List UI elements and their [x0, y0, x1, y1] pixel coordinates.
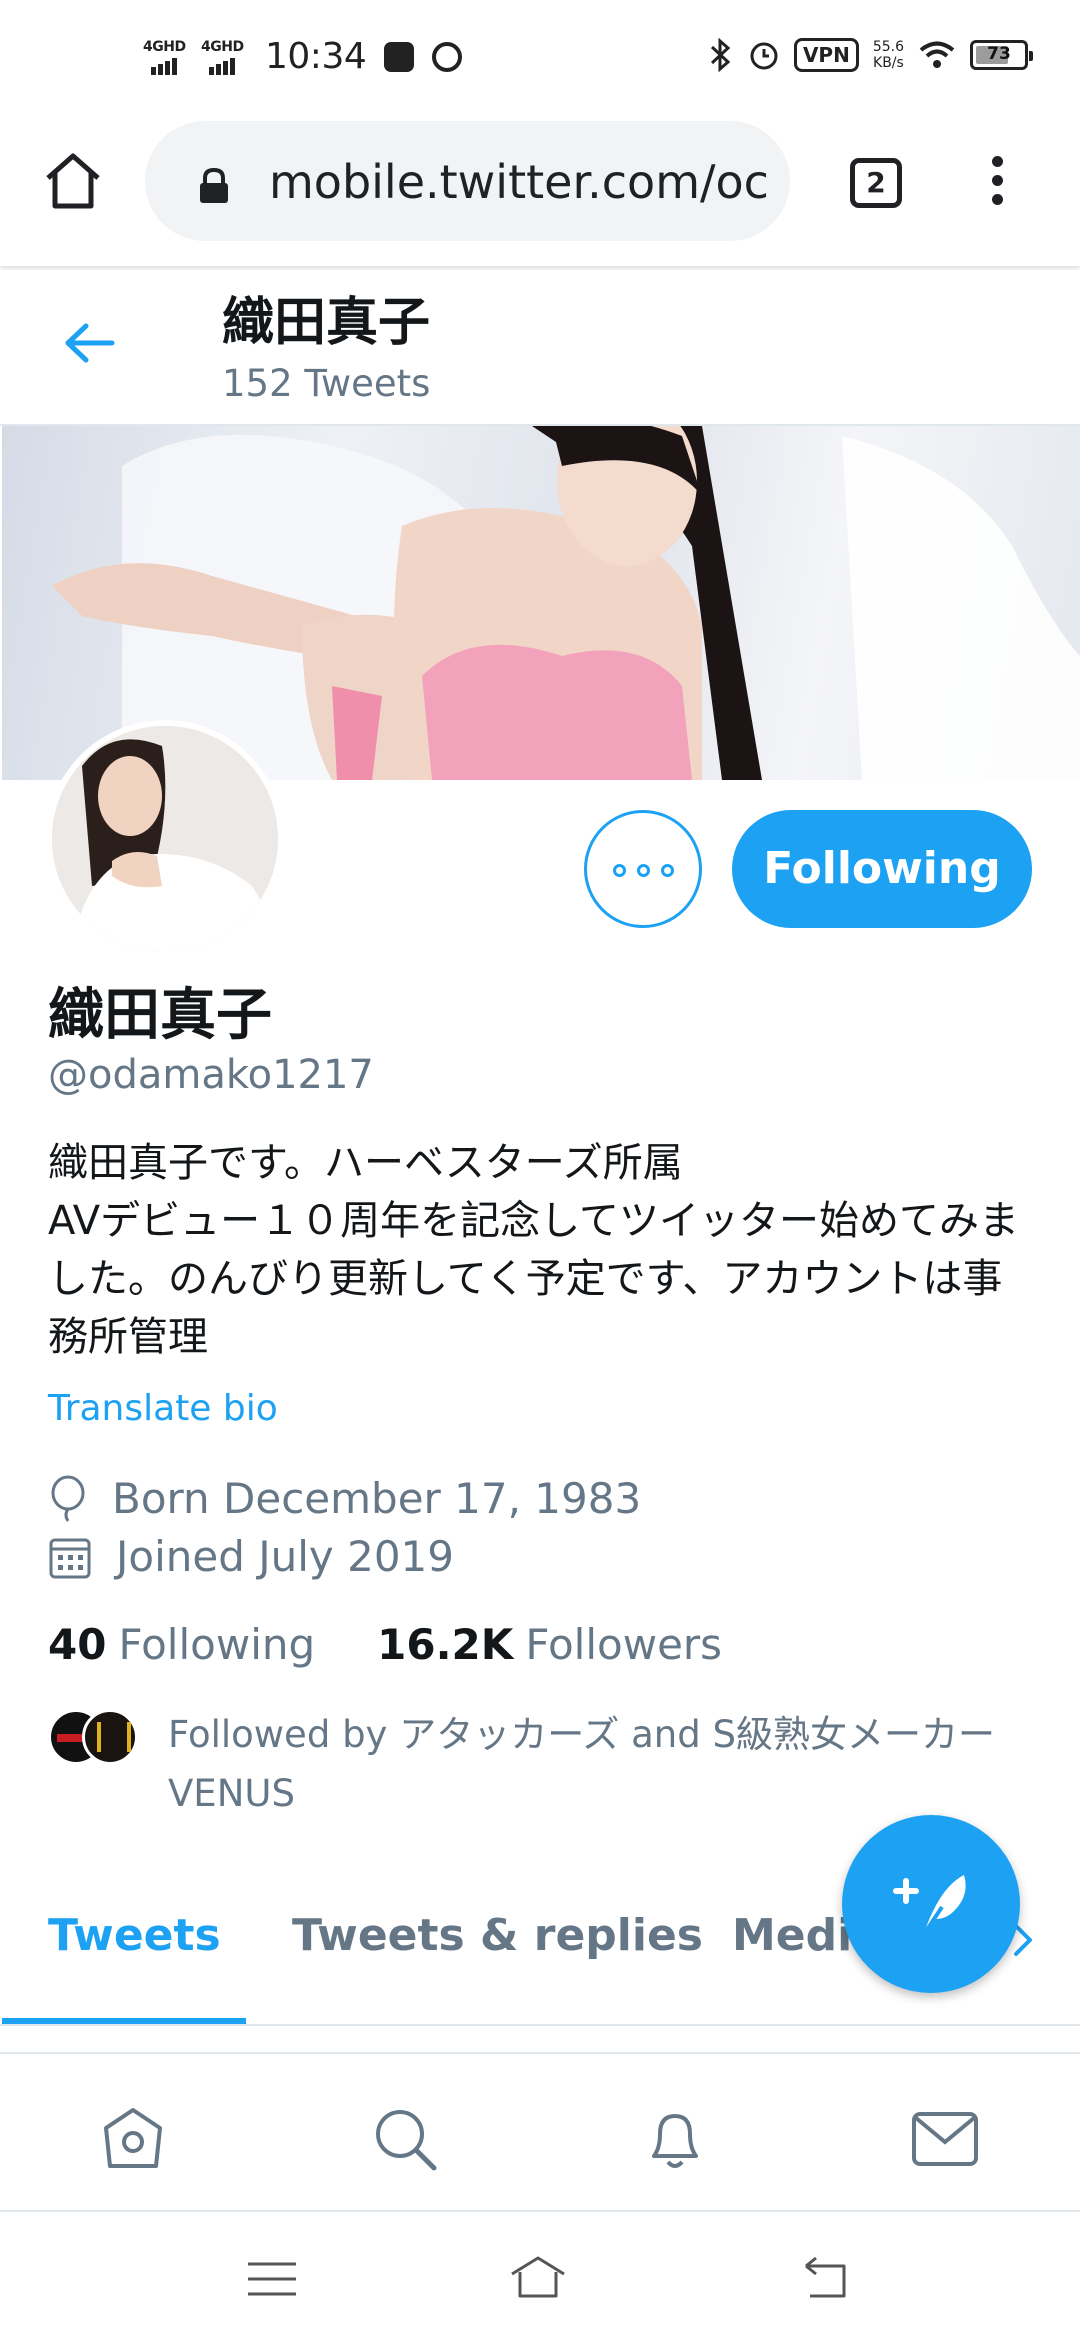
followed-by-text: Followed by アタッカーズ and S級熟女メーカーVENUS: [168, 1713, 995, 1815]
battery-icon: 73: [970, 40, 1033, 70]
network-type-2: 4GHD: [201, 38, 244, 55]
menu-lines-icon[interactable]: [242, 2252, 302, 2306]
follow-counts: 40 Following 16.2K Followers: [48, 1620, 784, 1669]
search-icon[interactable]: [370, 2104, 440, 2174]
followers-label: Followers: [525, 1620, 723, 1669]
birthday-row: Born December 17, 1983: [48, 1474, 641, 1523]
speed-unit: KB/s: [873, 55, 904, 71]
birthday-text: Born December 17, 1983: [112, 1474, 642, 1523]
battery-level: 73: [987, 44, 1011, 64]
network-type-1: 4GHD: [143, 38, 186, 55]
status-time: 10:34: [265, 36, 367, 77]
header-tweet-count: 152 Tweets: [222, 362, 431, 405]
back-arrow-icon[interactable]: [796, 2252, 856, 2306]
tab-switcher-button[interactable]: 2: [850, 158, 902, 208]
header-profile-name: 織田真子: [222, 293, 431, 353]
back-arrow-icon[interactable]: [60, 318, 120, 368]
mutual-avatar-2: [82, 1709, 138, 1765]
followed-by-row[interactable]: Followed by アタッカーズ and S級熟女メーカーVENUS: [48, 1705, 1048, 1825]
compose-tweet-button[interactable]: [842, 1815, 1020, 1993]
translate-bio-link[interactable]: Translate bio: [48, 1388, 278, 1429]
profile-bio: 織田真子です。ハーベスターズ所属 AVデビュー１０周年を記念してツイッター始めて…: [48, 1140, 1019, 1360]
bottom-navigation: [0, 2056, 1080, 2212]
profile-name: 織田真子: [48, 983, 272, 1048]
active-tab-indicator: [2, 2018, 246, 2024]
messages-envelope-icon[interactable]: [910, 2104, 980, 2174]
following-count: 40: [48, 1620, 107, 1669]
system-navigation-bar: [0, 2214, 1080, 2340]
following-count-link[interactable]: 40 Following: [48, 1620, 315, 1669]
notifications-bell-icon[interactable]: [640, 2104, 710, 2174]
speed-value: 55.6: [872, 39, 904, 55]
url-text[interactable]: mobile.twitter.com/oc: [269, 155, 769, 209]
followers-count-link[interactable]: 16.2K Followers: [377, 1620, 722, 1669]
app-notification-icon: [432, 41, 463, 72]
alarm-icon: [750, 42, 778, 70]
network-speed: 55.6 KB/s: [873, 39, 904, 71]
following-label: Following: [118, 1620, 316, 1669]
bluetooth-icon: [710, 38, 731, 72]
following-button[interactable]: Following: [732, 810, 1032, 928]
followers-count: 16.2K: [377, 1620, 514, 1669]
profile-handle: @odamako1217: [48, 1052, 374, 1098]
more-dot-icon: [613, 864, 626, 877]
joined-row: Joined July 2019: [48, 1532, 454, 1581]
home-outline-icon[interactable]: [508, 2252, 568, 2306]
tab-tweets[interactable]: Tweets: [48, 1910, 221, 1961]
calendar-icon: [49, 1538, 91, 1578]
tab-tweets-and-replies[interactable]: Tweets & replies: [292, 1910, 703, 1961]
more-vert-icon[interactable]: [985, 156, 1009, 212]
status-bar: 4GHD 4GHD 10:34 VPN 55.6 KB/s 73: [0, 0, 1080, 118]
home-icon[interactable]: [40, 148, 106, 214]
joined-text: Joined July 2019: [116, 1532, 454, 1581]
content-divider: [0, 2028, 1080, 2054]
more-dot-icon: [661, 864, 674, 877]
signal-2-icon: 4GHD: [201, 37, 247, 77]
home-icon[interactable]: [98, 2104, 168, 2174]
wifi-icon: [919, 41, 955, 68]
mutual-avatars: [48, 1709, 138, 1769]
more-options-button[interactable]: [584, 810, 702, 928]
compose-feather-icon: [893, 1875, 966, 1939]
avatar-illustration: [52, 726, 278, 952]
lock-icon: [200, 167, 228, 203]
profile-avatar[interactable]: [46, 720, 284, 958]
browser-toolbar: mobile.twitter.com/oc 2: [0, 118, 1080, 266]
more-dot-icon: [637, 864, 650, 877]
address-bar[interactable]: mobile.twitter.com/oc: [145, 121, 790, 241]
vpn-badge: VPN: [793, 38, 859, 72]
signal-1-icon: 4GHD: [143, 37, 189, 77]
profile-header: 織田真子 152 Tweets: [0, 270, 1080, 426]
status-bar-right: VPN 55.6 KB/s 73: [708, 38, 1033, 72]
message-notification-icon: [384, 41, 415, 72]
status-bar-left: 4GHD 4GHD 10:34: [143, 36, 463, 77]
balloon-icon: [51, 1475, 85, 1522]
